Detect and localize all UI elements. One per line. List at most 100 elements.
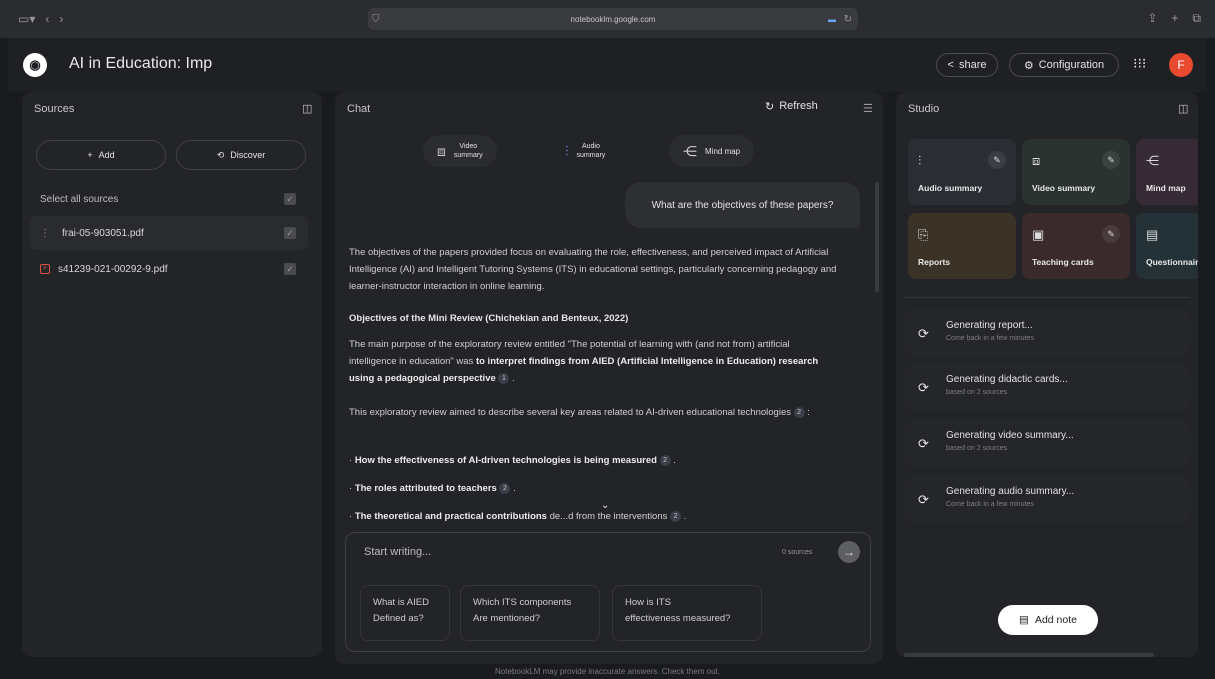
source-item[interactable]: ⋮ frai-05-903051.pdf ✓	[30, 216, 308, 250]
paragraph-text: This exploratory review aimed to describ…	[349, 407, 791, 418]
add-note-button[interactable]: ▤ Add note	[998, 605, 1098, 635]
source-checkbox[interactable]: ✓	[284, 263, 296, 275]
send-button[interactable]: →	[838, 541, 860, 563]
browser-actions: ⇪ + ⧉	[1147, 11, 1201, 26]
refresh-label: Refresh	[779, 100, 818, 112]
audio-summary-tile[interactable]: ⫶ ✎ Audio summary	[908, 139, 1016, 205]
edit-icon[interactable]: ✎	[988, 151, 1006, 169]
mind-map-icon: ⋲	[683, 142, 697, 159]
configuration-button[interactable]: ⚙ Configuration	[1009, 53, 1119, 77]
sync-icon: ⟳	[918, 326, 929, 341]
share-icon[interactable]: ⇪	[1147, 11, 1157, 26]
generating-subtitle: based on 2 sources	[946, 445, 1008, 452]
plus-icon: +	[87, 150, 93, 160]
chat-scrollbar[interactable]	[875, 182, 879, 292]
audio-summary-chip[interactable]: ⫶ Audio summary	[551, 135, 619, 167]
collapse-panel-icon[interactable]: ◫	[1178, 102, 1188, 115]
collapse-panel-icon[interactable]: ◫	[302, 102, 312, 115]
generating-title: Generating audio summary...	[946, 486, 1075, 497]
questionnaire-tile[interactable]: ▤ Questionnair	[1136, 213, 1198, 279]
apps-grid-icon[interactable]: ⁝⁝⁝	[1133, 55, 1146, 72]
teaching-cards-tile[interactable]: ▣ ✎ Teaching cards	[1022, 213, 1130, 279]
response-paragraph: This exploratory review aimed to describ…	[349, 406, 810, 418]
suggestion-chip[interactable]: How is ITS effectiveness measured?	[612, 585, 762, 641]
mind-map-tile[interactable]: ⋲ Mind map	[1136, 139, 1198, 205]
response-paragraph: The main purpose of the exploratory revi…	[349, 339, 819, 384]
sync-icon: ⟳	[918, 436, 929, 451]
tile-label: Mind map	[1146, 183, 1186, 193]
bullet-text: How the effectiveness of AI-driven techn…	[354, 455, 657, 466]
citation-badge[interactable]: 2	[499, 482, 511, 494]
studio-title: Studio	[908, 103, 940, 115]
select-all-row[interactable]: Select all sources ✓	[30, 182, 308, 216]
select-all-checkbox[interactable]: ✓	[284, 193, 296, 205]
generating-item: ⟳ Generating didactic cards... based on …	[904, 363, 1190, 411]
quiz-icon: ▤	[1146, 227, 1159, 242]
suggestion-chip[interactable]: What is AIED Defined as?	[360, 585, 450, 641]
add-label: Add	[98, 150, 115, 160]
suggestion-text: What is AIED	[373, 597, 429, 608]
new-tab-icon[interactable]: +	[1171, 11, 1178, 26]
chat-input-box[interactable]: Start writing... 0 sources → What is AIE…	[345, 532, 871, 652]
video-icon: ⧈	[1032, 153, 1041, 168]
sidebar-toggle-icon[interactable]: ▭▾	[18, 12, 35, 26]
chat-panel: Chat ↻ Refresh ☰ ⧈ Video summary ⫶ Audio…	[335, 92, 883, 664]
pdf-icon: P	[40, 264, 50, 274]
add-source-button[interactable]: + Add	[36, 140, 166, 170]
response-bullet: · The theoretical and practical contribu…	[349, 510, 687, 522]
notebooklm-logo-icon[interactable]: ◉	[23, 53, 47, 77]
add-note-label: Add note	[1034, 614, 1077, 626]
response-heading: Objectives of the Mini Review (Chichekia…	[349, 313, 629, 324]
sync-icon: ⟳	[918, 380, 929, 395]
response-bullet: · How the effectiveness of AI-driven tec…	[349, 454, 676, 466]
tabs-icon[interactable]: ⧉	[1192, 11, 1201, 26]
mind-map-chip[interactable]: ⋲ Mind map	[669, 135, 755, 167]
suggestion-chip[interactable]: Which ITS components Are mentioned?	[460, 585, 600, 641]
suggestion-text: Are mentioned?	[473, 613, 541, 624]
studio-scrollbar[interactable]	[904, 653, 1154, 657]
scroll-down-icon[interactable]: ⌄	[601, 500, 609, 511]
discover-button[interactable]: ⟲ Discover	[176, 140, 306, 170]
forward-icon[interactable]: ›	[59, 12, 63, 26]
citation-badge[interactable]: 2	[670, 510, 682, 522]
browser-nav: ▭▾ ‹ ›	[18, 12, 63, 26]
discover-icon: ⟲	[216, 149, 225, 160]
avatar[interactable]: F	[1169, 53, 1193, 77]
reload-icon[interactable]: ↻	[844, 14, 852, 25]
address-bar[interactable]: ⛉ notebooklm.google.com ▬ ↻	[368, 8, 858, 30]
edit-icon[interactable]: ✎	[1102, 151, 1120, 169]
chip-label: summary	[576, 152, 606, 159]
generating-title: Generating video summary...	[946, 430, 1074, 441]
camera-icon[interactable]: ▬	[828, 15, 836, 24]
mind-map-icon: ⋲	[1146, 153, 1159, 168]
share-button[interactable]: < share	[936, 53, 998, 77]
tile-label: Video summary	[1032, 183, 1096, 193]
generating-subtitle: Come back in a few minutes	[946, 335, 1034, 342]
edit-icon[interactable]: ✎	[1102, 225, 1120, 243]
reports-tile[interactable]: ⎘ Reports	[908, 213, 1016, 279]
citation-badge[interactable]: 1	[498, 372, 510, 384]
source-name: s41239-021-00292-9.pdf	[58, 263, 168, 275]
gear-icon: ⚙	[1023, 59, 1034, 72]
citation-badge[interactable]: 2	[659, 454, 671, 466]
refresh-button[interactable]: ↻ Refresh	[765, 100, 818, 113]
back-icon[interactable]: ‹	[45, 12, 49, 26]
source-checkbox[interactable]: ✓	[284, 227, 296, 239]
citation-badge[interactable]: 2	[793, 406, 805, 418]
tune-icon[interactable]: ☰	[863, 102, 873, 115]
source-count: 0 sources	[782, 549, 813, 556]
cards-icon: ▣	[1032, 227, 1045, 242]
tile-label: Audio summary	[918, 183, 983, 193]
chat-input-placeholder[interactable]: Start writing...	[364, 546, 431, 558]
video-summary-tile[interactable]: ⧈ ✎ Video summary	[1022, 139, 1130, 205]
app-header: ◉ AI in Education: Imp < share ⚙ Configu…	[8, 38, 1207, 92]
notebook-title[interactable]: AI in Education: Imp	[69, 55, 212, 73]
chip-label: Mind map	[705, 146, 741, 156]
video-summary-chip[interactable]: ⧈ Video summary	[423, 135, 497, 167]
generating-item: ⟳ Generating audio summary... Come back …	[904, 475, 1190, 523]
audio-wave-icon: ⫶	[565, 142, 569, 159]
more-options-icon[interactable]: ⋮	[40, 228, 50, 239]
response-bullet: · The roles attributed to teachers 2 .	[349, 482, 516, 494]
source-item[interactable]: P s41239-021-00292-9.pdf ✓	[30, 252, 308, 286]
generating-subtitle: Come back in a few minutes	[946, 501, 1034, 508]
